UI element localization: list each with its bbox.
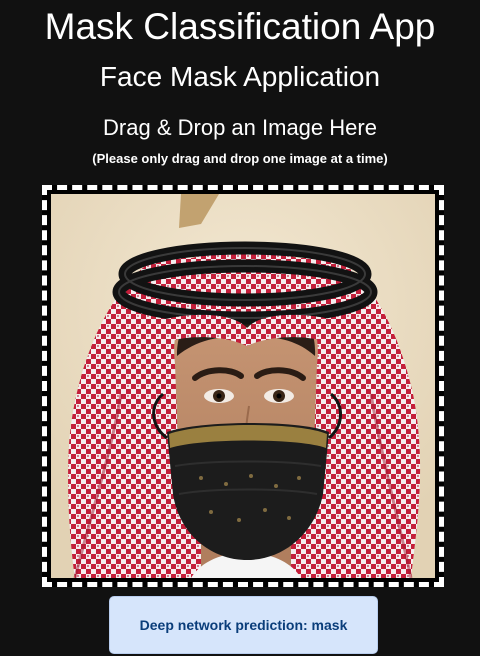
dropzone-heading: Drag & Drop an Image Here (103, 115, 377, 140)
image-dropzone[interactable] (42, 185, 444, 587)
uploaded-face-photo (51, 194, 435, 578)
dropzone-note: (Please only drag and drop one image at … (92, 151, 388, 166)
app-subtitle: Face Mask Application (99, 61, 381, 92)
prediction-text: Deep network prediction: mask (139, 617, 348, 633)
app-title: Mask Classification App (44, 6, 436, 47)
prediction-result: Deep network prediction: mask (109, 596, 378, 654)
